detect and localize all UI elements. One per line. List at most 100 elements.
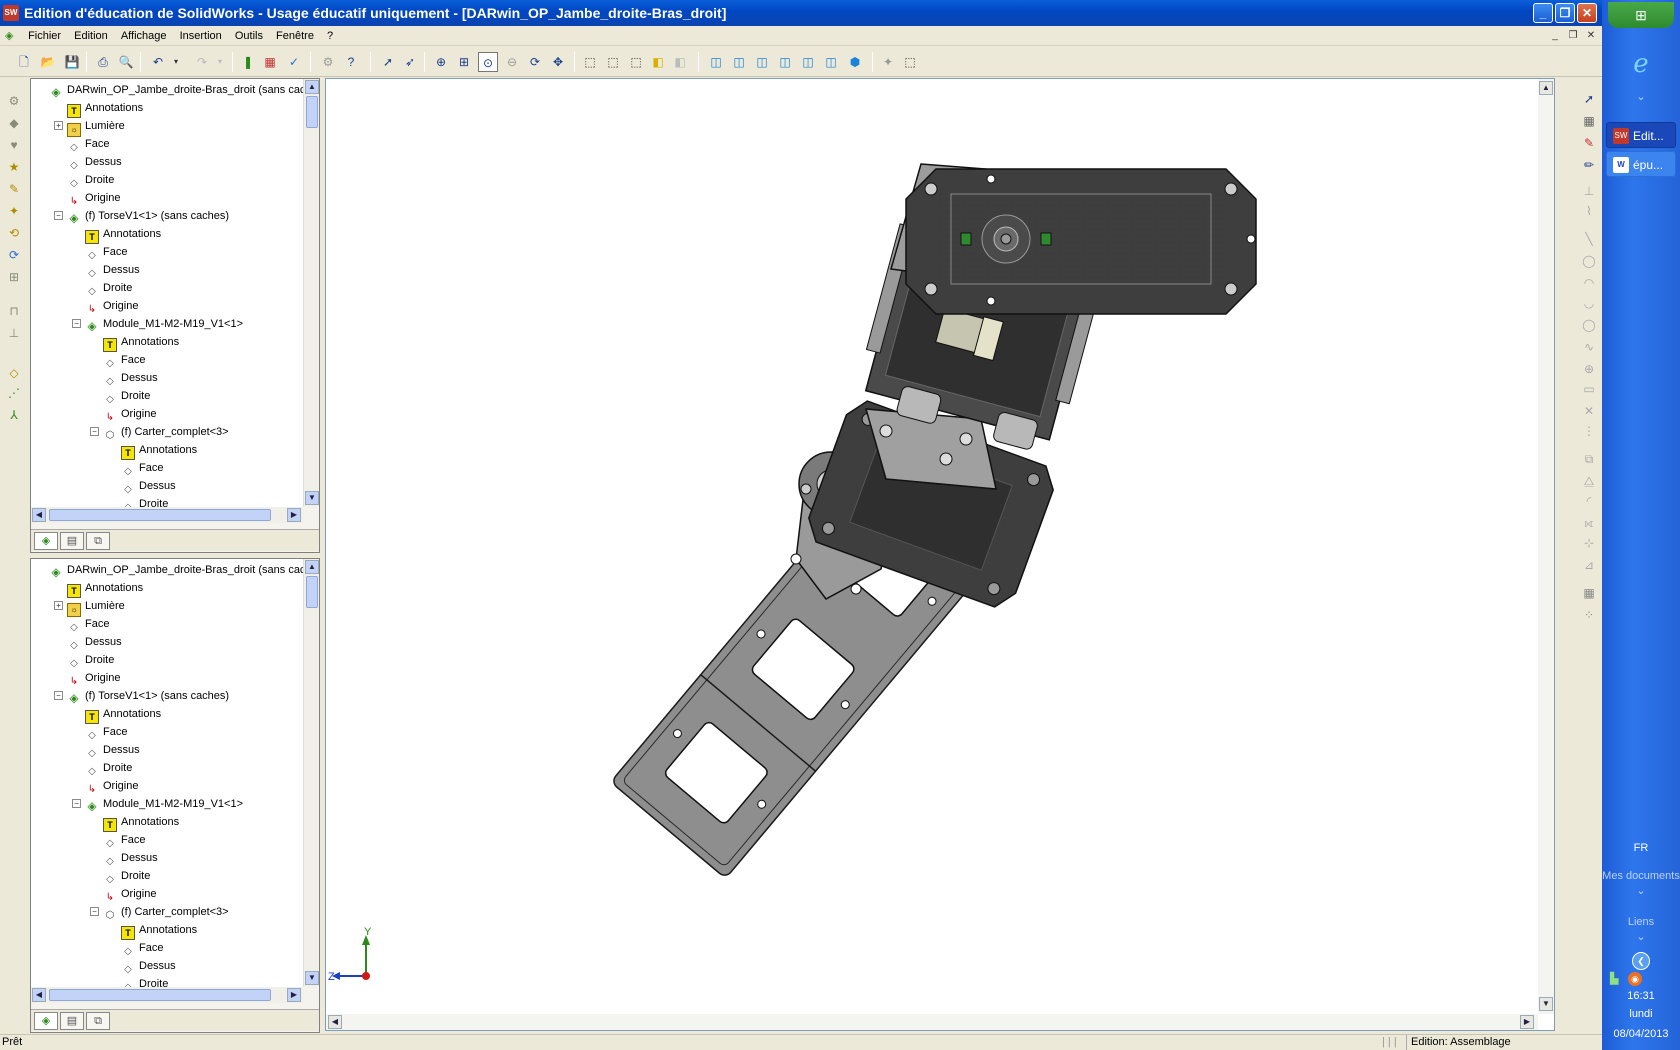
print-icon[interactable]: ⎙ — [93, 52, 113, 72]
sketch-pencil-icon[interactable]: ✏ — [1580, 156, 1598, 174]
scroll-down-icon[interactable]: ▼ — [305, 971, 319, 985]
scroll-right-icon[interactable]: ▶ — [287, 988, 301, 1002]
normal-to-icon[interactable]: ✦ — [878, 52, 898, 72]
tree-node[interactable]: T Annotations — [121, 441, 197, 460]
smart-mates-icon[interactable]: ⟲ — [5, 224, 23, 242]
view-orientation-icon[interactable]: ⬚ — [900, 52, 920, 72]
clock-time[interactable]: 16:31 — [1602, 990, 1680, 1002]
chevron-down-icon[interactable]: ⌄ — [1602, 884, 1680, 897]
tree-node[interactable]: T Annotations — [85, 705, 161, 724]
top-view-icon[interactable]: ◫ — [798, 52, 818, 72]
menu-edition[interactable]: Edition — [69, 26, 113, 46]
print-preview-icon[interactable]: 🔍 — [116, 52, 136, 72]
tree-node[interactable]: ◇Droite — [121, 495, 168, 507]
select-other-icon[interactable]: ➶ — [400, 52, 420, 72]
scroll-right-icon[interactable]: ▶ — [287, 508, 301, 522]
centerline-icon[interactable]: ⋮ — [1580, 422, 1598, 440]
tree-node[interactable]: ⬡ (f) Carter_complet<3> — [103, 903, 229, 921]
zoom-area-icon[interactable]: ⊞ — [454, 52, 474, 72]
move-component-icon[interactable]: ✎ — [5, 180, 23, 198]
sketch-tool-1-icon[interactable]: ⊥ — [1580, 182, 1598, 200]
bottom-view-icon[interactable]: ◫ — [821, 52, 841, 72]
menu-affichage[interactable]: Affichage — [116, 26, 172, 46]
redo-dropdown-icon[interactable]: ▾ — [210, 52, 230, 72]
tree-node[interactable]: ◈ DARwin_OP_Jambe_droite-Bras_droit (sans… — [49, 81, 303, 99]
scroll-down-icon[interactable]: ▼ — [1539, 997, 1553, 1011]
configurationmanager-tab-icon[interactable]: ⧉ — [86, 532, 110, 550]
tree-node[interactable]: ◇ Face — [67, 615, 109, 633]
mate-icon[interactable]: ★ — [5, 158, 23, 176]
toolbar-mes-documents[interactable]: Mes documents — [1602, 870, 1680, 882]
tree-node[interactable]: ◇ Face — [85, 243, 127, 261]
tree-expander-icon[interactable]: + — [54, 601, 63, 610]
show-hidden-icons-button[interactable]: ❮ — [1632, 952, 1650, 970]
tree-node[interactable]: ◇ Face — [121, 939, 163, 957]
document-icon[interactable]: ◈ — [0, 26, 20, 46]
restore-button[interactable]: ❐ — [1555, 3, 1575, 23]
fillet-icon[interactable]: ◜ — [1580, 492, 1598, 510]
tree-node[interactable]: ◇ Face — [67, 135, 109, 153]
tree-expander-icon[interactable]: − — [54, 211, 63, 220]
scroll-up-icon[interactable]: ▲ — [305, 80, 319, 94]
tree-node[interactable]: ☼ Lumière — [67, 597, 125, 617]
redo-icon[interactable]: ↷ — [192, 52, 212, 72]
wireframe-icon[interactable]: ⬚ — [580, 52, 600, 72]
tree-node[interactable]: ◇ Dessus — [85, 741, 140, 759]
back-view-icon[interactable]: ◫ — [729, 52, 749, 72]
dots-icon[interactable]: ⁘ — [1580, 606, 1598, 624]
tree-node[interactable]: ◇ Dessus — [67, 153, 122, 171]
select-arrow-icon[interactable]: ➚ — [1580, 90, 1598, 108]
language-indicator[interactable]: FR — [1602, 842, 1680, 854]
tree-node[interactable]: ↳ Origine — [85, 297, 139, 315]
graphics-area[interactable]: Y Z ▲ ▼ ◀ ▶ — [325, 78, 1555, 1031]
assembly-model[interactable]: Y Z — [326, 79, 1538, 1014]
isometric-view-icon[interactable]: ⬢ — [845, 52, 865, 72]
internet-explorer-icon[interactable]: ℯ — [1626, 48, 1656, 78]
viewport-hscroll[interactable]: ◀ ▶ — [326, 1014, 1538, 1030]
undo-dropdown-icon[interactable]: ▾ — [166, 52, 186, 72]
doc-restore-icon[interactable]: ❐ — [1566, 29, 1580, 43]
tree-expander-icon[interactable]: − — [72, 799, 81, 808]
smart-fasteners-icon[interactable]: ⚙ — [318, 52, 338, 72]
tree-node[interactable]: ◇ Dessus — [67, 633, 122, 651]
propertymanager-tab-icon[interactable]: ▤ — [60, 532, 84, 550]
tree-node[interactable]: ◇Droite — [85, 279, 132, 297]
arc-tool-icon[interactable]: ◠ — [1580, 274, 1598, 292]
tree-node[interactable]: ◈ (f) TorseV1<1> (sans caches) — [67, 207, 229, 225]
tree-node[interactable]: ◇ Face — [103, 351, 145, 369]
tree-node[interactable]: ◈ DARwin_OP_Jambe_droite-Bras_droit (sans… — [49, 561, 303, 579]
tree-node[interactable]: ↳ Origine — [85, 777, 139, 795]
tree-node[interactable]: ◇ Face — [103, 831, 145, 849]
new-icon[interactable]: 🗋 — [14, 52, 34, 72]
tree-node[interactable]: ◇ Face — [85, 723, 127, 741]
line-icon[interactable]: ⊥ — [5, 324, 23, 342]
ellipse-icon[interactable]: ⊕ — [1580, 360, 1598, 378]
toolbar-liens[interactable]: Liens — [1602, 916, 1680, 928]
tree-vscroll-bottom[interactable]: ▲ ▼ — [303, 559, 319, 987]
antivirus-tray-icon[interactable]: ◉ — [1628, 972, 1642, 986]
menu-fenetre[interactable]: Fenêtre — [271, 26, 319, 46]
shaded-icon[interactable]: ◧ — [670, 52, 690, 72]
undo-icon[interactable]: ↶ — [148, 52, 168, 72]
exploded-view-icon[interactable]: ⟳ — [5, 246, 23, 264]
viewport-vscroll[interactable]: ▲ ▼ — [1538, 79, 1554, 1014]
scroll-left-icon[interactable]: ◀ — [32, 508, 46, 522]
start-button[interactable]: ⊞ — [1608, 2, 1674, 28]
extend-icon[interactable]: ⊹ — [1580, 534, 1598, 552]
tree-node[interactable]: T Annotations — [85, 225, 161, 244]
spline-icon[interactable]: ∿ — [1580, 338, 1598, 356]
minimize-button[interactable]: _ — [1533, 3, 1553, 23]
assembly-tools-icon[interactable]: ⚙ — [5, 92, 23, 110]
tree-node[interactable]: T Annotations — [103, 813, 179, 832]
quicklaunch-chevron-icon[interactable]: ⌄ — [1602, 90, 1680, 103]
close-button[interactable]: ✕ — [1577, 3, 1597, 23]
menu-fichier[interactable]: Fichier — [23, 26, 66, 46]
menu-outils[interactable]: Outils — [230, 26, 268, 46]
coordinate-system-icon[interactable]: ⅄ — [5, 406, 23, 424]
right-view-icon[interactable]: ◫ — [775, 52, 795, 72]
front-view-icon[interactable]: ◫ — [706, 52, 726, 72]
rotate-component-icon[interactable]: ✦ — [5, 202, 23, 220]
tree-hscroll-bottom[interactable]: ◀ ▶ — [31, 987, 303, 1003]
chevron-down-icon[interactable]: ⌄ — [1602, 930, 1680, 943]
sketch-tool-2-icon[interactable]: ⌇ — [1580, 202, 1598, 220]
